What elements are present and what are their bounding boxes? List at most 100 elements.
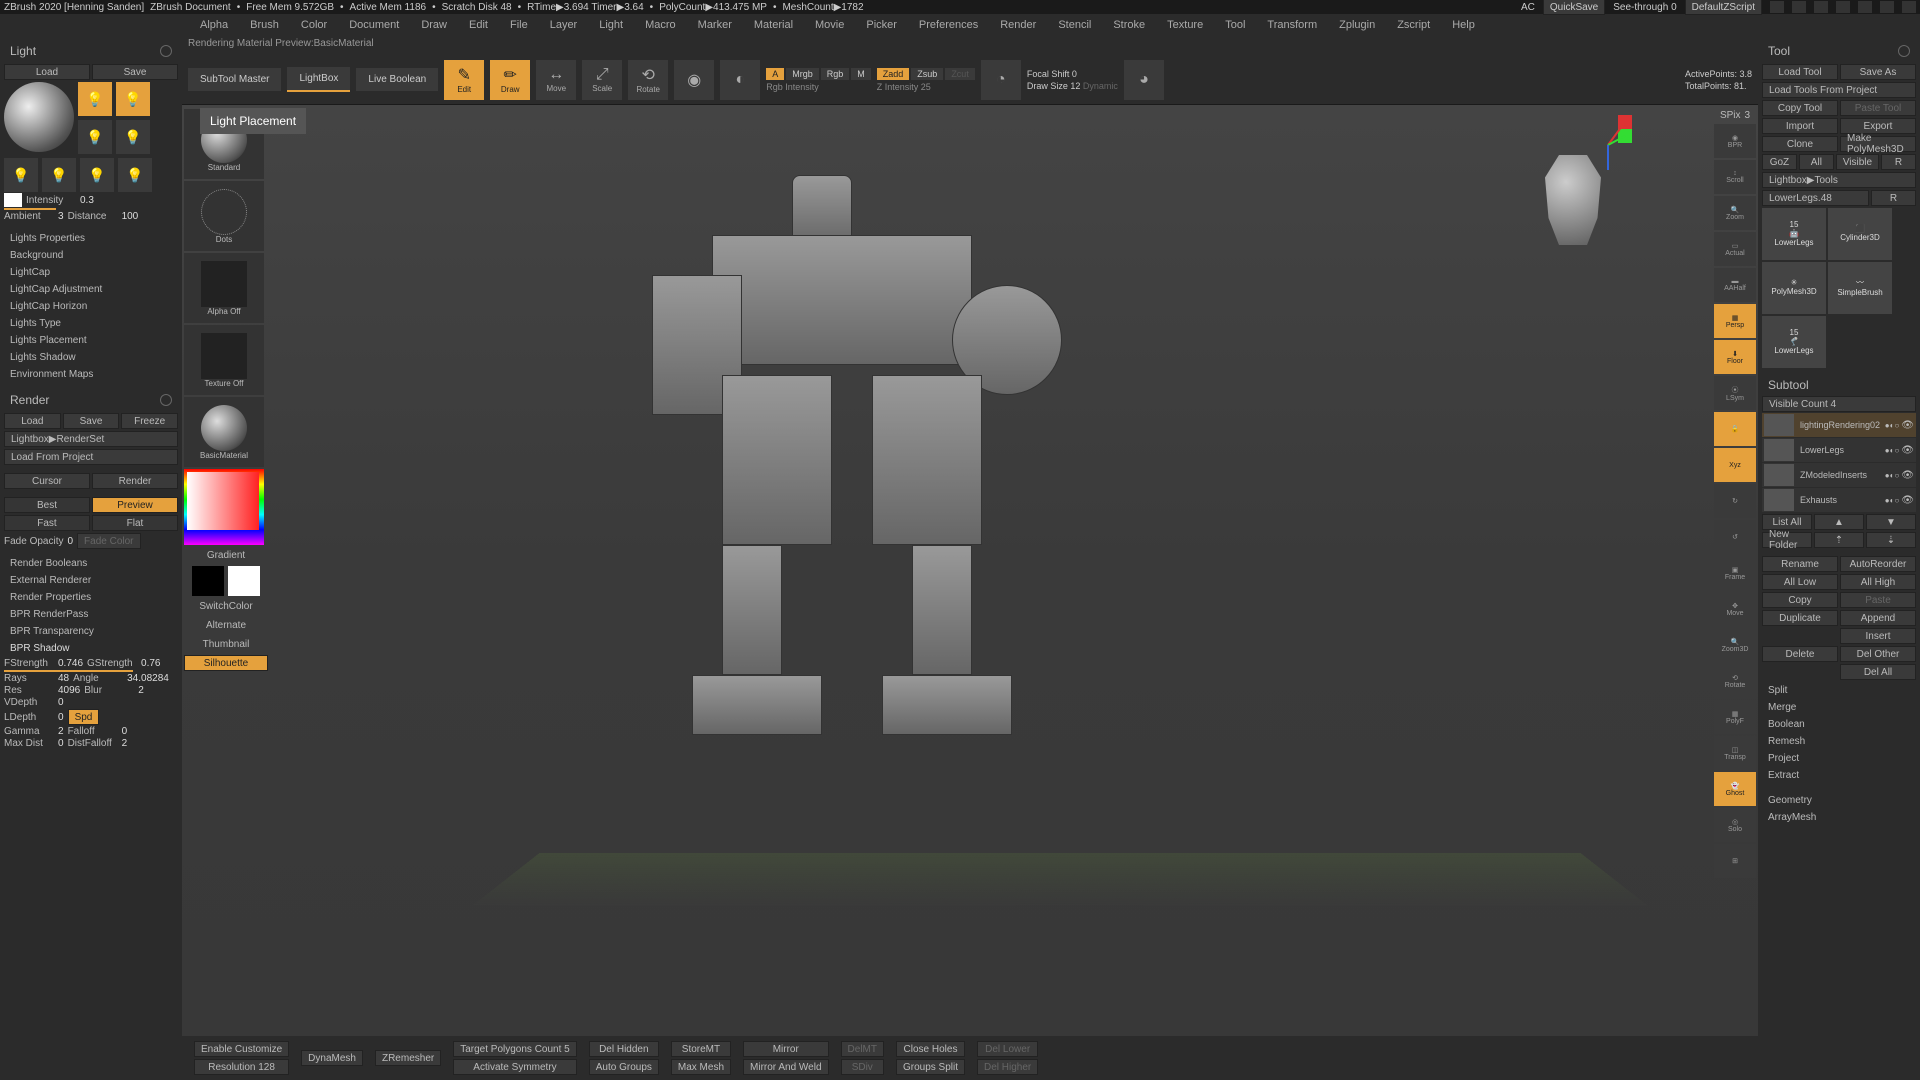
aahalf-button[interactable]: ▬AAHalf	[1714, 268, 1756, 302]
silhouette-button[interactable]: Silhouette	[184, 655, 268, 671]
light-slot-4[interactable]: 💡	[116, 120, 150, 154]
thumbnail-button[interactable]: Thumbnail	[184, 636, 268, 653]
focal-dial-icon[interactable]: ◔	[981, 60, 1021, 100]
draw-mode-button[interactable]: ✏Draw	[490, 60, 530, 100]
del-lower-button[interactable]: Del Lower	[977, 1041, 1038, 1057]
slider-value[interactable]: 4096	[58, 685, 80, 696]
zsub-button[interactable]: Zsub	[911, 68, 943, 80]
window-btn[interactable]	[1792, 1, 1806, 13]
floor-button[interactable]: ⬇Floor	[1714, 340, 1756, 374]
render-load-button[interactable]: Load	[4, 413, 61, 429]
split-link[interactable]: Split	[1762, 682, 1916, 699]
auto-groups-button[interactable]: Auto Groups	[589, 1059, 659, 1075]
solo-button[interactable]: ◎Solo	[1714, 808, 1756, 842]
menu-item[interactable]: Movie	[815, 19, 844, 31]
lightbox-tools-button[interactable]: Lightbox▶Tools	[1762, 172, 1916, 188]
del-other-button[interactable]: Del Other	[1840, 646, 1916, 662]
menu-item[interactable]: Marker	[698, 19, 732, 31]
color-secondary-swatch[interactable]	[228, 566, 260, 596]
menu-item[interactable]: Render	[1000, 19, 1036, 31]
move3d-button[interactable]: ✥Move	[1714, 592, 1756, 626]
goz-all-button[interactable]: All	[1799, 154, 1834, 170]
mirror-button[interactable]: Mirror	[743, 1041, 829, 1057]
insert-button[interactable]: Insert	[1840, 628, 1916, 644]
merge-link[interactable]: Merge	[1762, 699, 1916, 716]
slider-value[interactable]: 2	[122, 738, 128, 749]
bpr-button[interactable]: ◉BPR	[1714, 124, 1756, 158]
alpha-thumbnail[interactable]: Alpha Off	[184, 253, 264, 323]
visibility-icon[interactable]: 👁	[1901, 420, 1914, 431]
delete-button[interactable]: Delete	[1762, 646, 1838, 662]
light-slot-3[interactable]: 💡	[78, 120, 112, 154]
lights-placement-link[interactable]: Lights Placement	[4, 332, 178, 349]
menu-item[interactable]: Tool	[1225, 19, 1245, 31]
down-icon[interactable]: ▼	[1866, 514, 1916, 530]
import-button[interactable]: Import	[1762, 118, 1838, 134]
light-slot-2[interactable]: 💡	[116, 82, 150, 116]
color-picker[interactable]	[184, 469, 264, 545]
subtool-modes[interactable]: ●◐○	[1885, 421, 1900, 430]
lightcap-adjustment-link[interactable]: LightCap Adjustment	[4, 281, 178, 298]
menu-item[interactable]: Alpha	[200, 19, 228, 31]
switch-color-button[interactable]: SwitchColor	[184, 598, 268, 615]
render-booleans-link[interactable]: Render Booleans	[4, 555, 178, 572]
environment-maps-link[interactable]: Environment Maps	[4, 366, 178, 383]
copy-tool-button[interactable]: Copy Tool	[1762, 100, 1838, 116]
del-mt-button[interactable]: DelMT	[841, 1041, 884, 1057]
distance-value[interactable]: 100	[122, 211, 139, 222]
subtool-panel-header[interactable]: Subtool	[1762, 374, 1916, 396]
scale-mode-button[interactable]: ⤢Scale	[582, 60, 622, 100]
render-panel-header[interactable]: Render	[4, 389, 178, 411]
material-thumbnail[interactable]: BasicMaterial	[184, 397, 264, 467]
rename-button[interactable]: Rename	[1762, 556, 1838, 572]
move-mode-button[interactable]: ↔Move	[536, 60, 576, 100]
zremesher-button[interactable]: ZRemesher	[375, 1050, 441, 1066]
light-save-button[interactable]: Save	[92, 64, 178, 80]
transp-button[interactable]: ◫Transp	[1714, 736, 1756, 770]
zoom3d-button[interactable]: 🔍Zoom3D	[1714, 628, 1756, 662]
z-intensity-label[interactable]: Z Intensity 25	[877, 82, 975, 92]
menu-item[interactable]: Stencil	[1058, 19, 1091, 31]
tool-panel-header[interactable]: Tool	[1762, 40, 1916, 62]
slider-value[interactable]: 48	[58, 673, 69, 684]
fade-color-button[interactable]: Fade Color	[77, 533, 140, 549]
rot2-button[interactable]: ↺	[1714, 520, 1756, 554]
default-zscript[interactable]: DefaultZScript	[1685, 0, 1762, 15]
move-down-icon[interactable]: ⇣	[1866, 532, 1916, 548]
mirror-weld-button[interactable]: Mirror And Weld	[743, 1059, 829, 1075]
load-tool-button[interactable]: Load Tool	[1762, 64, 1838, 80]
see-through[interactable]: See-through 0	[1613, 2, 1676, 13]
load-tools-project-button[interactable]: Load Tools From Project	[1762, 82, 1916, 98]
tool-thumb[interactable]: ⬛Cylinder3D	[1828, 208, 1892, 260]
preview-button[interactable]: Preview	[92, 497, 178, 513]
slider-value[interactable]: 0.746	[58, 658, 83, 669]
menu-item[interactable]: Light	[599, 19, 623, 31]
visibility-icon[interactable]: 👁	[1901, 445, 1914, 456]
visibility-icon[interactable]: 👁	[1901, 470, 1914, 481]
focal-shift-value[interactable]: 0	[1072, 69, 1077, 79]
light-slot-7[interactable]: 💡	[80, 158, 114, 192]
bpr-renderpass-link[interactable]: BPR RenderPass	[4, 606, 178, 623]
fade-value[interactable]: 0	[67, 536, 73, 547]
subtool-row[interactable]: Exhausts●◐○👁	[1762, 488, 1916, 512]
slider-value[interactable]: 0	[122, 726, 128, 737]
viewport[interactable]: Standard Dots Alpha Off Texture Off Basi…	[182, 105, 1758, 1036]
menu-item[interactable]: Document	[349, 19, 399, 31]
mrgb-button[interactable]: Mrgb	[786, 68, 819, 80]
gradient-button[interactable]: Gradient	[184, 547, 268, 564]
slider-value[interactable]: 2	[58, 726, 64, 737]
flat-button[interactable]: Flat	[92, 515, 178, 531]
color-main-swatch[interactable]	[192, 566, 224, 596]
refresh-icon[interactable]	[160, 45, 172, 57]
goz-button[interactable]: GoZ	[1762, 154, 1797, 170]
rgb-button[interactable]: Rgb	[821, 68, 850, 80]
menu-item[interactable]: Zplugin	[1339, 19, 1375, 31]
external-renderer-link[interactable]: External Renderer	[4, 572, 178, 589]
all-low-button[interactable]: All Low	[1762, 574, 1838, 590]
bpr-transparency-link[interactable]: BPR Transparency	[4, 623, 178, 640]
goz-visible-button[interactable]: Visible	[1836, 154, 1879, 170]
brush-thumbnail[interactable]: Standard	[184, 109, 264, 179]
lightcap-horizon-link[interactable]: LightCap Horizon	[4, 298, 178, 315]
enable-customize-button[interactable]: Enable Customize	[194, 1041, 289, 1057]
persp-button[interactable]: ▦Persp	[1714, 304, 1756, 338]
